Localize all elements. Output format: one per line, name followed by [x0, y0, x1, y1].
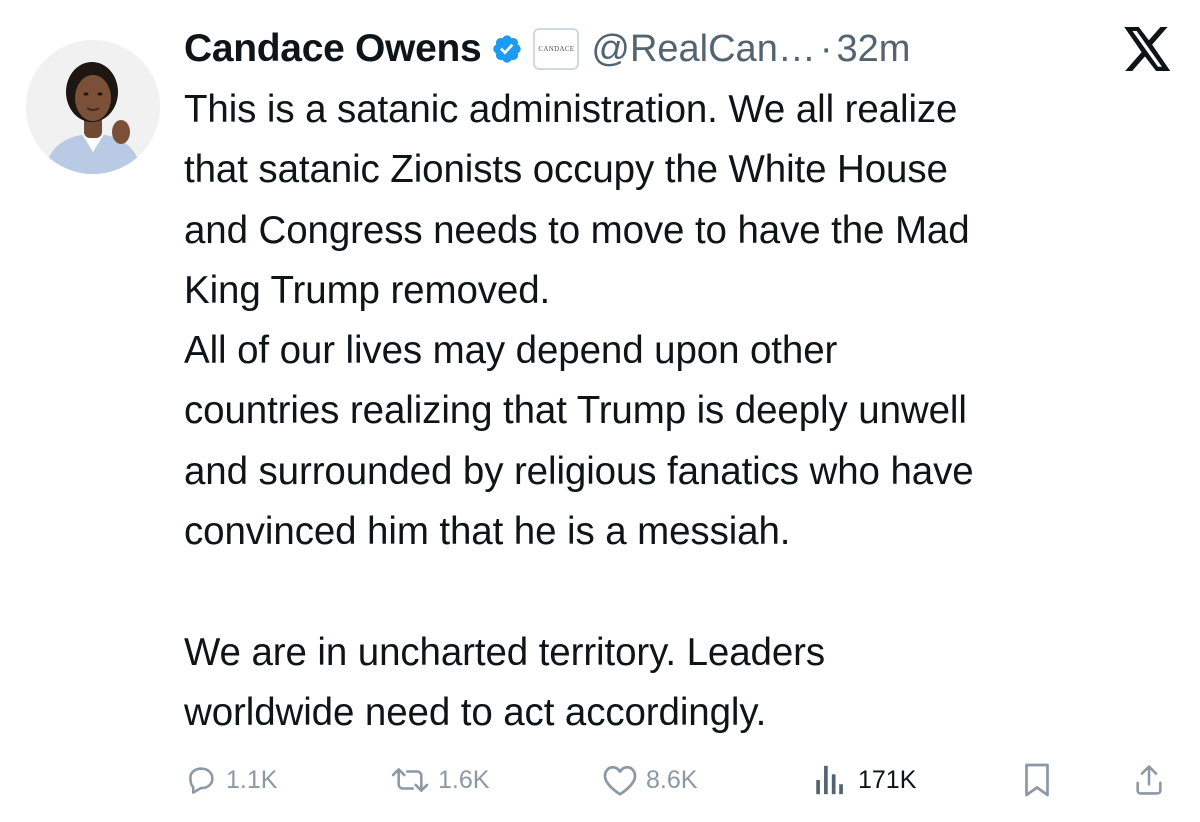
tweet-text-line: that satanic Zionists occupy the White H… [184, 148, 948, 192]
bookmark-icon [1022, 762, 1052, 798]
tweet-text-line: convinced him that he is a messiah. [184, 510, 791, 554]
avatar[interactable] [26, 40, 160, 174]
profile-photo-icon [26, 40, 160, 174]
tweet-text-line: King Trump removed. [184, 268, 551, 312]
views-button[interactable]: 171K [814, 755, 916, 805]
tweet-text-line: We are in uncharted territory. Leaders [184, 630, 826, 674]
heart-icon [602, 763, 638, 797]
reply-count: 1.1K [226, 765, 278, 794]
retweet-button[interactable]: 1.6K [390, 755, 489, 805]
share-button[interactable] [1132, 755, 1166, 805]
tweet-text-line: All of our lives may depend upon other [184, 329, 838, 373]
tweet-header: Candace Owens CANDACE @RealCan… · 32m [184, 18, 1184, 80]
like-count: 8.6K [646, 765, 698, 794]
tweet: Candace Owens CANDACE @RealCan… · 32m Th… [0, 0, 1200, 822]
views-count: 171K [858, 765, 917, 794]
handle[interactable]: @RealCan… [591, 28, 815, 71]
bookmark-button[interactable] [1022, 755, 1052, 805]
like-button[interactable]: 8.6K [602, 755, 697, 805]
timestamp[interactable]: 32m [836, 28, 910, 71]
share-icon [1132, 762, 1166, 798]
reply-button[interactable]: 1.1K [184, 755, 277, 805]
tweet-text-line: and surrounded by religious fanatics who… [184, 449, 974, 493]
retweet-icon [390, 763, 430, 797]
verified-check-icon[interactable] [491, 33, 523, 65]
tweet-text-line: This is a satanic administration. We all… [184, 88, 958, 131]
tweet-text: This is a satanic administration. We all… [184, 80, 1184, 743]
views-bar-chart-icon [814, 763, 844, 797]
reply-bubble-icon [184, 763, 218, 797]
display-name[interactable]: Candace Owens [184, 27, 482, 71]
tweet-text-line: worldwide need to act accordingly. [184, 690, 767, 734]
x-logo-icon[interactable] [1124, 27, 1172, 71]
retweet-count: 1.6K [438, 765, 490, 794]
separator-dot: · [819, 27, 833, 70]
action-bar: 1.1K 1.6K 8.6K 171K [184, 755, 1174, 805]
affiliate-badge[interactable]: CANDACE [533, 28, 580, 70]
tweet-text-line: countries realizing that Trump is deeply… [184, 389, 967, 433]
tweet-text-line: and Congress needs to move to have the M… [184, 208, 970, 252]
